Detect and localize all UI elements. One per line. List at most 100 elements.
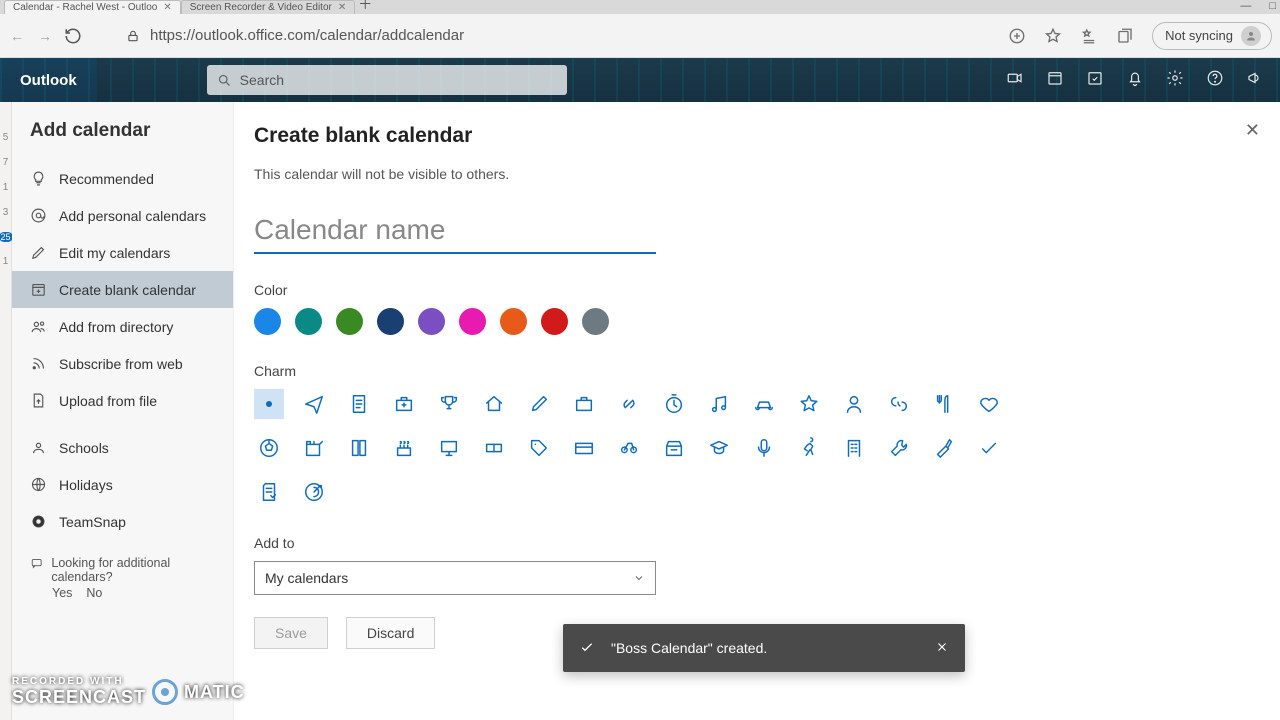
book-charm[interactable]: [344, 433, 374, 463]
browser-tab[interactable]: Screen Recorder & Video Editor ✕: [181, 0, 356, 14]
browser-tab[interactable]: Calendar - Rachel West - Outloo ✕: [4, 0, 181, 14]
music-charm[interactable]: [704, 389, 734, 419]
close-panel-button[interactable]: ✕: [1245, 120, 1260, 141]
close-icon[interactable]: ✕: [338, 2, 346, 13]
mic-charm[interactable]: [749, 433, 779, 463]
soccer-charm[interactable]: [254, 433, 284, 463]
heart-charm[interactable]: [974, 389, 1004, 419]
check-charm[interactable]: [974, 433, 1004, 463]
foot-yes[interactable]: Yes: [52, 586, 72, 600]
briefcase-charm[interactable]: [569, 389, 599, 419]
sidebar-item-holidays[interactable]: Holidays: [12, 466, 233, 503]
color-swatch[interactable]: [459, 308, 486, 335]
add-page-icon[interactable]: [1008, 27, 1026, 45]
color-swatch[interactable]: [377, 308, 404, 335]
app-brand[interactable]: Outlook: [0, 58, 97, 102]
at-icon: [30, 207, 47, 224]
new-tab-button[interactable]: ＋: [355, 0, 375, 14]
foot-no[interactable]: No: [86, 586, 102, 600]
maximize-icon[interactable]: □: [1269, 0, 1276, 12]
target-charm[interactable]: [299, 477, 329, 507]
run-charm[interactable]: [794, 433, 824, 463]
save-button[interactable]: Save: [254, 617, 328, 649]
building-charm[interactable]: [839, 433, 869, 463]
sidebar-item-directory[interactable]: Add from directory: [12, 308, 233, 345]
screencast-watermark: RECORDED WITH SCREENCAST MATIC: [12, 676, 245, 708]
home-charm[interactable]: [479, 389, 509, 419]
color-swatch[interactable]: [582, 308, 609, 335]
sidebar-item-personal[interactable]: Add personal calendars: [12, 197, 233, 234]
discard-button[interactable]: Discard: [346, 617, 435, 649]
favorite-icon[interactable]: [1044, 27, 1062, 45]
link-charm[interactable]: [614, 389, 644, 419]
addto-select[interactable]: My calendars: [254, 561, 656, 595]
sidebar-item-teamsnap[interactable]: TeamSnap: [12, 503, 233, 540]
close-icon[interactable]: ✕: [163, 2, 171, 13]
pen-charm[interactable]: [524, 389, 554, 419]
sidebar-item-create-blank[interactable]: Create blank calendar: [12, 271, 233, 308]
refresh-button[interactable]: [64, 27, 82, 45]
briefcaseP-charm[interactable]: [389, 389, 419, 419]
stopwatch-charm[interactable]: [659, 389, 689, 419]
toast-close-button[interactable]: [935, 640, 949, 657]
chevron-down-icon: [633, 572, 645, 584]
meet-now-icon[interactable]: [1006, 69, 1024, 92]
settings-icon[interactable]: [1166, 69, 1184, 92]
globe-icon: [30, 476, 47, 493]
color-swatch[interactable]: [295, 308, 322, 335]
whatsnew-icon[interactable]: [1246, 69, 1264, 92]
calendar-name-input[interactable]: [254, 212, 656, 254]
forward-button[interactable]: →: [36, 28, 54, 44]
back-button[interactable]: ←: [8, 28, 26, 44]
knife-charm[interactable]: [929, 433, 959, 463]
check-icon: [579, 639, 595, 658]
plane-charm[interactable]: [299, 389, 329, 419]
car-charm[interactable]: [749, 389, 779, 419]
color-swatch[interactable]: [541, 308, 568, 335]
url-text[interactable]: https://outlook.office.com/calendar/addc…: [150, 27, 464, 44]
favorites-list-icon[interactable]: [1080, 27, 1098, 45]
day-icon[interactable]: [1046, 69, 1064, 92]
shop-charm[interactable]: [659, 433, 689, 463]
tag-charm[interactable]: [524, 433, 554, 463]
minimize-icon[interactable]: —: [1240, 0, 1251, 12]
note-charm[interactable]: [344, 389, 374, 419]
sidebar-item-subscribe[interactable]: Subscribe from web: [12, 345, 233, 382]
sidebar-item-recommended[interactable]: Recommended: [12, 160, 233, 197]
food-charm[interactable]: [929, 389, 959, 419]
clap-charm[interactable]: [299, 433, 329, 463]
color-swatch[interactable]: [336, 308, 363, 335]
sidebar-label: TeamSnap: [59, 514, 126, 530]
color-swatch[interactable]: [500, 308, 527, 335]
bike-charm[interactable]: [614, 433, 644, 463]
sync-status[interactable]: Not syncing: [1152, 22, 1272, 50]
strip-num: 1: [3, 182, 9, 193]
color-swatch[interactable]: [418, 308, 445, 335]
color-label: Color: [254, 282, 1252, 298]
sidebar-item-upload[interactable]: Upload from file: [12, 382, 233, 419]
color-swatch[interactable]: [254, 308, 281, 335]
search-box[interactable]: Search: [207, 65, 567, 95]
star-charm[interactable]: [794, 389, 824, 419]
cake-charm[interactable]: [389, 433, 419, 463]
sidebar-label: Schools: [59, 440, 109, 456]
ticket-charm[interactable]: [479, 433, 509, 463]
monitor-charm[interactable]: [434, 433, 464, 463]
plan-icon[interactable]: [1086, 69, 1104, 92]
help-icon[interactable]: [1206, 69, 1224, 92]
wrench-charm[interactable]: [884, 433, 914, 463]
person-charm[interactable]: [839, 389, 869, 419]
notifications-icon[interactable]: [1126, 69, 1144, 92]
card-charm[interactable]: [569, 433, 599, 463]
no-charm[interactable]: [254, 389, 284, 419]
app-header: Outlook Search: [0, 58, 1280, 102]
trophy-charm[interactable]: [434, 389, 464, 419]
sidebar-item-schools[interactable]: Schools: [12, 429, 233, 466]
grad-charm[interactable]: [704, 433, 734, 463]
strip-today: 25: [0, 232, 13, 242]
sidebar-item-edit[interactable]: Edit my calendars: [12, 234, 233, 271]
collections-icon[interactable]: [1116, 27, 1134, 45]
school-icon: [30, 439, 47, 456]
rings-charm[interactable]: [884, 389, 914, 419]
clip-charm[interactable]: [254, 477, 284, 507]
